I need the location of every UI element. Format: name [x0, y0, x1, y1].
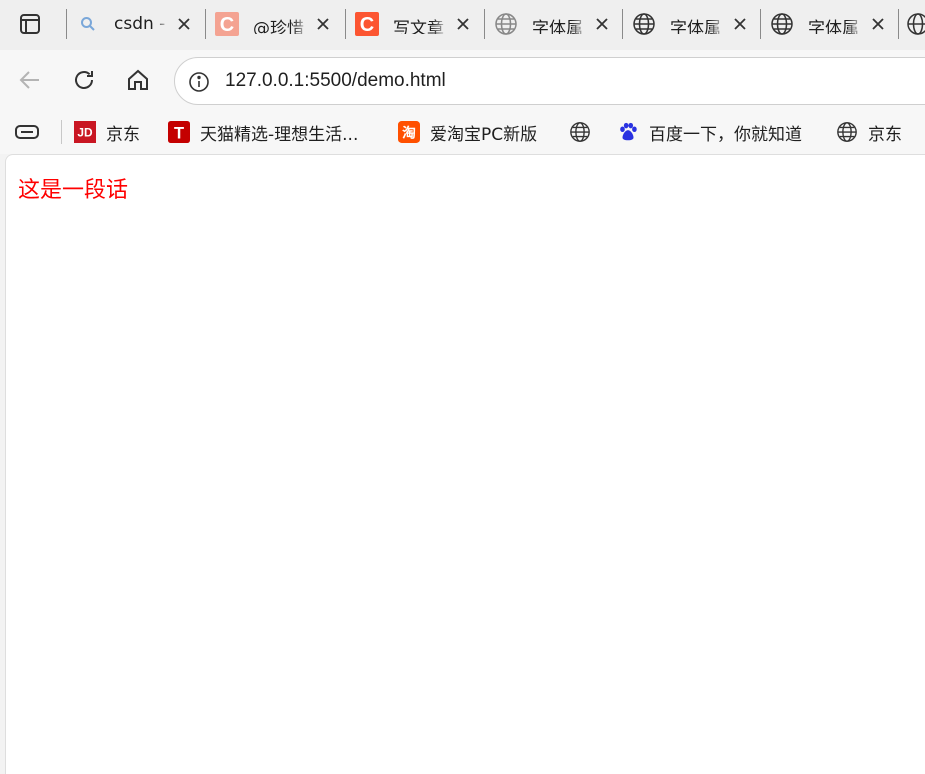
globe-icon — [632, 12, 656, 36]
tab-font-properties-2[interactable]: 字体属 — [622, 6, 762, 42]
svg-text:淘: 淘 — [402, 125, 416, 142]
home-icon — [128, 69, 148, 90]
close-icon[interactable] — [453, 14, 473, 34]
close-icon[interactable] — [592, 14, 612, 34]
bookmarks-bar: JD 京东 T 天猫精选-理想生活... 淘 爱淘宝PC新版 百度一下，你就知道… — [0, 110, 925, 154]
taobao-logo-icon: 淘 — [398, 121, 420, 143]
jd-logo-icon: JD — [74, 121, 96, 143]
csdn-logo-icon: C — [355, 12, 379, 36]
bookmark-jd-2[interactable]: 京东 — [836, 118, 902, 146]
tab-separator — [345, 9, 346, 39]
tab-title: csdn - — [114, 14, 166, 34]
reading-list-button[interactable] — [14, 118, 40, 146]
bookmark-jd[interactable]: JD 京东 — [74, 118, 140, 146]
bookmark-label: 京东 — [868, 124, 902, 145]
bookmark-baidu[interactable]: 百度一下，你就知道 — [617, 118, 802, 146]
svg-text:C: C — [220, 14, 234, 36]
tab-separator — [898, 9, 899, 39]
page-paragraph: 这是一段话 — [18, 178, 129, 203]
svg-text:JD: JD — [77, 126, 93, 140]
tab-partial[interactable] — [898, 6, 925, 42]
address-bar[interactable]: 127.0.0.1:5500/demo.html — [174, 57, 925, 105]
bookmarks-separator — [61, 120, 62, 144]
globe-icon — [494, 12, 518, 36]
tab-font-properties-3[interactable]: 字体属 — [760, 6, 900, 42]
site-info-icon[interactable] — [187, 70, 211, 94]
close-icon[interactable] — [730, 14, 750, 34]
tab-title: 字体属 — [670, 19, 721, 34]
bookmark-label: 爱淘宝PC新版 — [430, 124, 538, 145]
tab-csdn-profile[interactable]: C @珍惜 — [205, 6, 345, 42]
bookmark-label: 京东 — [106, 124, 140, 145]
tab-separator — [205, 9, 206, 39]
close-icon[interactable] — [313, 14, 333, 34]
tab-separator — [760, 9, 761, 39]
search-icon — [76, 12, 100, 36]
tab-title: 字体属 — [532, 19, 583, 34]
globe-icon — [906, 12, 925, 36]
tab-separator — [66, 9, 67, 39]
bookmark-label: 百度一下，你就知道 — [649, 124, 802, 145]
back-button[interactable] — [12, 62, 48, 98]
tab-separator — [622, 9, 623, 39]
collections-icon — [15, 125, 39, 139]
tab-font-properties-1[interactable]: 字体属 — [484, 6, 624, 42]
globe-icon — [770, 12, 794, 36]
tab-strip: csdn - C @珍惜 C 写文章 字体属 字体属 字体属 — [0, 0, 925, 50]
tab-csdn-search[interactable]: csdn - — [66, 6, 206, 42]
tab-title: 写文章 — [393, 19, 444, 34]
page-viewport: 这是一段话 — [5, 154, 925, 774]
bookmark-label: 天猫精选-理想生活... — [200, 124, 359, 145]
reload-button[interactable] — [66, 62, 102, 98]
browser-toolbar: 127.0.0.1:5500/demo.html — [0, 50, 925, 110]
tab-actions-button[interactable] — [12, 8, 48, 40]
bookmark-taobao[interactable]: 淘 爱淘宝PC新版 — [398, 118, 537, 146]
globe-icon — [836, 121, 858, 143]
csdn-logo-icon: C — [215, 12, 239, 36]
url-text[interactable]: 127.0.0.1:5500/demo.html — [225, 70, 446, 92]
bookmark-tmall[interactable]: T 天猫精选-理想生活... — [168, 118, 358, 146]
home-button[interactable] — [120, 62, 156, 98]
close-icon[interactable] — [868, 14, 888, 34]
svg-text:T: T — [174, 124, 184, 142]
globe-icon — [569, 121, 591, 143]
tab-title: 字体属 — [808, 19, 859, 34]
tab-title: @珍惜 — [253, 19, 304, 34]
reload-icon — [75, 71, 93, 89]
close-icon[interactable] — [174, 14, 194, 34]
tab-write-article[interactable]: C 写文章 — [345, 6, 485, 42]
tmall-logo-icon: T — [168, 121, 190, 143]
baidu-paw-icon — [617, 121, 639, 143]
svg-text:C: C — [360, 14, 374, 36]
tab-actions-icon — [20, 14, 40, 34]
bookmark-globe[interactable] — [569, 118, 601, 146]
back-arrow-icon — [19, 71, 39, 89]
tab-separator — [484, 9, 485, 39]
